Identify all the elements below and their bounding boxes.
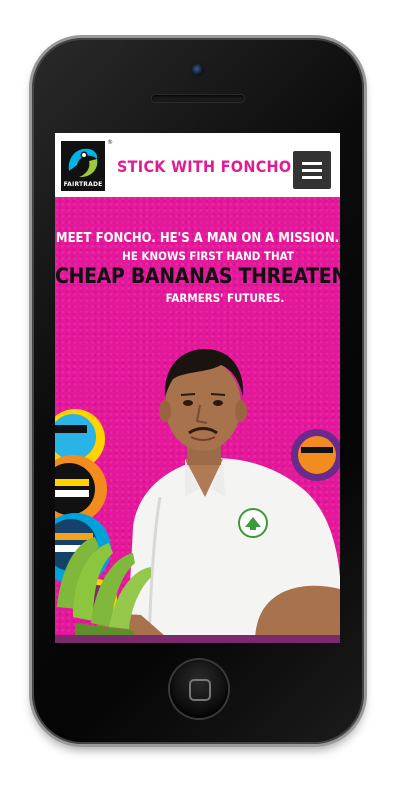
- home-button[interactable]: [170, 660, 228, 718]
- fairtrade-mark-icon: [68, 148, 98, 178]
- hamburger-menu-button[interactable]: [293, 151, 331, 189]
- earpiece-speaker: [152, 95, 244, 102]
- front-camera: [192, 64, 204, 76]
- fairtrade-logo[interactable]: FAIRTRADE: [61, 141, 105, 191]
- hamburger-menu-icon: [302, 162, 322, 165]
- registered-mark: ®: [107, 139, 113, 146]
- site-title[interactable]: STICK WITH FONCHO: [117, 157, 291, 176]
- home-square-icon: [189, 679, 211, 701]
- hero-bottom-strip: [55, 635, 340, 643]
- hamburger-bar: [302, 176, 322, 179]
- logo-text: FAIRTRADE: [63, 181, 103, 188]
- phone-screen: FAIRTRADE ® STICK WITH FONCHO MEET FONCH…: [55, 133, 340, 643]
- foncho-photo: [57, 349, 340, 643]
- hero-banner: MEET FONCHO. HE'S A MAN ON A MISSION. HE…: [55, 197, 340, 643]
- hamburger-bar: [302, 169, 322, 172]
- site-header: FAIRTRADE ® STICK WITH FONCHO: [55, 133, 340, 197]
